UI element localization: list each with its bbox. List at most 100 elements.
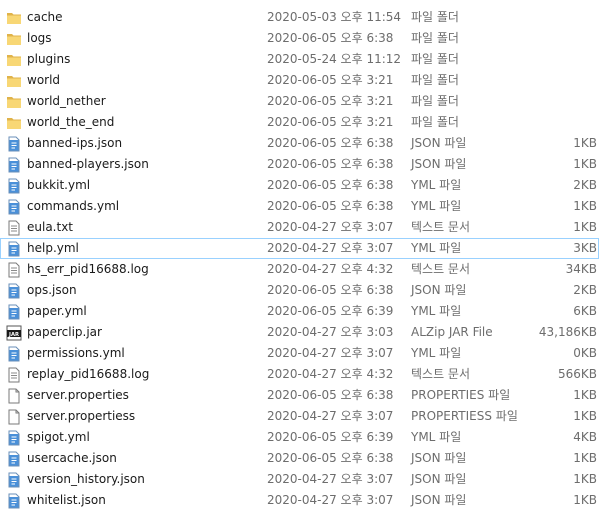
file-type: JSON 파일 xyxy=(411,472,467,486)
file-type: YML 파일 xyxy=(411,346,462,360)
file-type: 텍스트 문서 xyxy=(411,262,471,276)
file-size: 1KB xyxy=(573,388,597,402)
text-file-icon xyxy=(6,262,22,278)
file-date-modified: 2020-06-05 오후 6:38 xyxy=(267,178,394,192)
file-row[interactable]: usercache.json 2020-06-05 오후 6:38 JSON 파일 1… xyxy=(0,448,599,469)
file-size: 1KB xyxy=(573,472,597,486)
file-type: 파일 폴더 xyxy=(411,94,459,108)
file-size: 43,186KB xyxy=(538,325,597,339)
file-row[interactable]: hs_err_pid16688.log 2020-04-27 오후 4:32 텍스트… xyxy=(0,259,599,280)
file-row[interactable]: logs 2020-06-05 오후 6:38 파일 폴더 xyxy=(0,28,599,49)
file-type: YML 파일 xyxy=(411,199,462,213)
file-name: ops.json xyxy=(27,283,77,297)
file-type: PROPERTIESS 파일 xyxy=(411,409,518,423)
yml-file-icon xyxy=(6,346,22,362)
blank-file-icon xyxy=(6,388,22,404)
file-size: 6KB xyxy=(573,304,597,318)
file-row[interactable]: world_nether 2020-06-05 오후 3:21 파일 폴더 xyxy=(0,91,599,112)
blank-file-icon xyxy=(6,409,22,425)
file-date-modified: 2020-04-27 오후 3:07 xyxy=(267,220,394,234)
file-type: 텍스트 문서 xyxy=(411,367,471,381)
file-size: 1KB xyxy=(573,409,597,423)
file-name: plugins xyxy=(27,52,71,66)
file-row[interactable]: eula.txt 2020-04-27 오후 3:07 텍스트 문서 1KB xyxy=(0,217,599,238)
file-date-modified: 2020-04-27 오후 4:32 xyxy=(267,262,394,276)
file-row[interactable]: ops.json 2020-06-05 오후 6:38 JSON 파일 2KB xyxy=(0,280,599,301)
file-type: 파일 폴더 xyxy=(411,52,459,66)
file-name: help.yml xyxy=(27,241,79,255)
file-row[interactable]: replay_pid16688.log 2020-04-27 오후 4:32 텍스트… xyxy=(0,364,599,385)
jar-badge-text: JAR xyxy=(8,332,19,338)
folder-icon xyxy=(6,115,22,131)
folder-icon xyxy=(6,94,22,110)
file-name: world xyxy=(27,73,61,87)
file-row[interactable]: permissions.yml 2020-04-27 오후 3:07 YML 파일 0… xyxy=(0,343,599,364)
json-file-icon xyxy=(6,451,22,467)
file-date-modified: 2020-05-24 오후 11:12 xyxy=(267,52,402,66)
text-file-icon xyxy=(6,220,22,236)
file-size: 1KB xyxy=(573,136,597,150)
file-size: 1KB xyxy=(573,451,597,465)
file-name: paper.yml xyxy=(27,304,87,318)
file-date-modified: 2020-04-27 오후 3:07 xyxy=(267,409,394,423)
file-row[interactable]: bukkit.yml 2020-06-05 오후 6:38 YML 파일 2KB xyxy=(0,175,599,196)
file-name: server.properties xyxy=(27,388,129,402)
file-row[interactable]: help.yml 2020-04-27 오후 3:07 YML 파일 3KB xyxy=(0,238,599,259)
file-type: YML 파일 xyxy=(411,178,462,192)
file-row[interactable]: banned-players.json 2020-06-05 오후 6:38 JSO… xyxy=(0,154,599,175)
file-type: 파일 폴더 xyxy=(411,31,459,45)
file-date-modified: 2020-04-27 오후 3:03 xyxy=(267,325,394,339)
file-row[interactable]: banned-ips.json 2020-06-05 오후 6:38 JSON 파일… xyxy=(0,133,599,154)
file-row[interactable]: plugins 2020-05-24 오후 11:12 파일 폴더 xyxy=(0,49,599,70)
file-date-modified: 2020-06-05 오후 6:38 xyxy=(267,31,394,45)
file-row[interactable]: server.propertiess 2020-04-27 오후 3:07 PROP… xyxy=(0,406,599,427)
file-name: commands.yml xyxy=(27,199,120,213)
file-type: JSON 파일 xyxy=(411,451,467,465)
file-row[interactable]: server.properties 2020-06-05 오후 6:38 PROPE… xyxy=(0,385,599,406)
file-type: YML 파일 xyxy=(411,430,462,444)
file-row[interactable]: commands.yml 2020-06-05 오후 6:38 YML 파일 1KB xyxy=(0,196,599,217)
yml-file-icon xyxy=(6,430,22,446)
file-type: YML 파일 xyxy=(411,241,462,255)
json-file-icon xyxy=(6,157,22,173)
file-date-modified: 2020-06-05 오후 6:39 xyxy=(267,304,394,318)
file-size: 34KB xyxy=(565,262,597,276)
json-file-icon xyxy=(6,136,22,152)
file-date-modified: 2020-06-05 오후 3:21 xyxy=(267,73,394,87)
file-row[interactable]: JAR paperclip.jar 2020-04-27 오후 3:03 ALZip … xyxy=(0,322,599,343)
file-row[interactable]: paper.yml 2020-06-05 오후 6:39 YML 파일 6KB xyxy=(0,301,599,322)
file-name: logs xyxy=(27,31,52,45)
file-name: paperclip.jar xyxy=(27,325,102,339)
file-row[interactable]: cache 2020-05-03 오후 11:54 파일 폴더 xyxy=(0,7,599,28)
file-name: spigot.yml xyxy=(27,430,90,444)
file-name: permissions.yml xyxy=(27,346,125,360)
file-row[interactable]: whitelist.json 2020-04-27 오후 3:07 JSON 파일 1… xyxy=(0,490,599,511)
file-row[interactable]: version_history.json 2020-04-27 오후 3:07 JS… xyxy=(0,469,599,490)
file-date-modified: 2020-06-05 오후 3:21 xyxy=(267,94,394,108)
file-name: world_the_end xyxy=(27,115,115,129)
folder-icon xyxy=(6,31,22,47)
file-size: 2KB xyxy=(573,283,597,297)
file-row[interactable]: world 2020-06-05 오후 3:21 파일 폴더 xyxy=(0,70,599,91)
file-type: JSON 파일 xyxy=(411,136,467,150)
json-file-icon xyxy=(6,283,22,299)
yml-file-icon xyxy=(6,241,22,257)
file-size: 1KB xyxy=(573,157,597,171)
json-file-icon xyxy=(6,493,22,509)
yml-file-icon xyxy=(6,304,22,320)
file-type: 파일 폴더 xyxy=(411,115,459,129)
file-type: 파일 폴더 xyxy=(411,10,459,24)
jar-file-icon: JAR xyxy=(6,325,22,341)
file-row[interactable]: spigot.yml 2020-06-05 오후 6:39 YML 파일 4KB xyxy=(0,427,599,448)
folder-icon xyxy=(6,73,22,89)
file-row[interactable]: world_the_end 2020-06-05 오후 3:21 파일 폴더 xyxy=(0,112,599,133)
folder-icon xyxy=(6,52,22,68)
file-date-modified: 2020-06-05 오후 6:38 xyxy=(267,199,394,213)
file-name: bukkit.yml xyxy=(27,178,91,192)
file-list: cache 2020-05-03 오후 11:54 파일 폴더 logs 2020-06… xyxy=(0,7,599,511)
file-date-modified: 2020-06-05 오후 6:38 xyxy=(267,388,394,402)
file-size: 1KB xyxy=(573,220,597,234)
file-date-modified: 2020-04-27 오후 3:07 xyxy=(267,472,394,486)
file-name: banned-players.json xyxy=(27,157,149,171)
text-file-icon xyxy=(6,367,22,383)
